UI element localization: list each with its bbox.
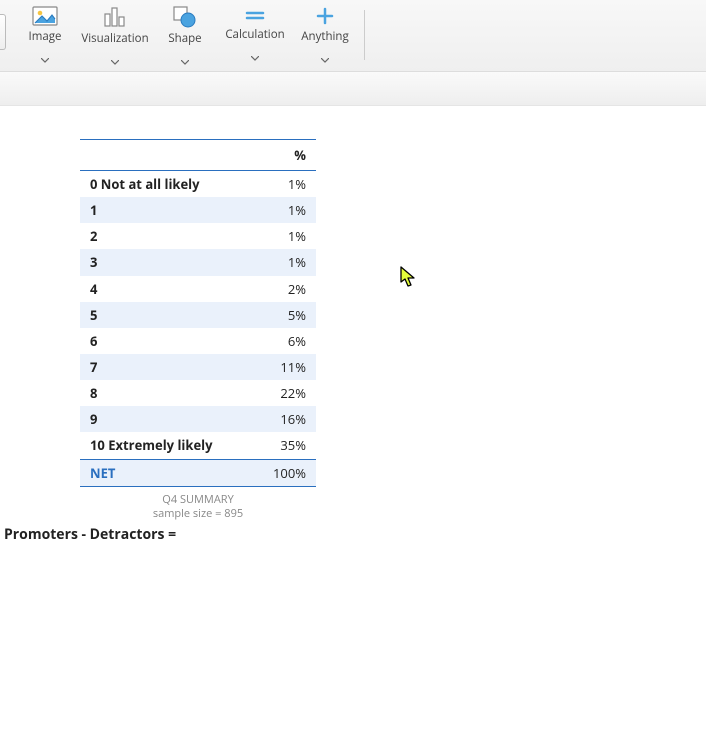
table-row[interactable]: 822% bbox=[80, 380, 316, 406]
row-label: 9 bbox=[80, 406, 252, 432]
chevron-down-icon bbox=[321, 46, 329, 68]
plus-icon bbox=[315, 6, 335, 26]
chevron-down-icon bbox=[181, 48, 189, 70]
row-value: 1% bbox=[252, 223, 316, 249]
caption-line1: Q4 SUMMARY bbox=[162, 492, 233, 507]
toolbar-anything-label: Anything bbox=[301, 31, 348, 43]
table-row[interactable]: 0 Not at all likely1% bbox=[80, 171, 316, 198]
net-value: 100% bbox=[252, 459, 316, 486]
calculation-icon bbox=[245, 6, 265, 24]
table-row[interactable]: 31% bbox=[80, 249, 316, 275]
toolbar-divider bbox=[364, 10, 365, 60]
row-label: 0 Not at all likely bbox=[80, 171, 252, 198]
row-value: 35% bbox=[252, 432, 316, 459]
table-header-label bbox=[80, 140, 252, 171]
chevron-down-icon bbox=[251, 44, 259, 66]
row-value: 1% bbox=[252, 171, 316, 198]
row-label: 4 bbox=[80, 276, 252, 302]
row-label: 3 bbox=[80, 249, 252, 275]
table-net-row[interactable]: NET100% bbox=[80, 459, 316, 486]
chevron-down-icon bbox=[111, 48, 119, 70]
row-label: 5 bbox=[80, 302, 252, 328]
table-row[interactable]: 10 Extremely likely35% bbox=[80, 432, 316, 459]
toolbar-visualization-button[interactable]: Visualization bbox=[80, 6, 150, 64]
row-value: 1% bbox=[252, 249, 316, 275]
toolbar-calculation-label: Calculation bbox=[225, 29, 284, 41]
toolbar-calculation-button[interactable]: Calculation bbox=[220, 6, 290, 64]
row-value: 22% bbox=[252, 380, 316, 406]
table-row[interactable]: 11% bbox=[80, 197, 316, 223]
row-label: 2 bbox=[80, 223, 252, 249]
table-header-value: % bbox=[252, 140, 316, 171]
net-label: NET bbox=[80, 459, 252, 486]
table-row[interactable]: 55% bbox=[80, 302, 316, 328]
toolbar: Image Visualization Shape bbox=[0, 0, 706, 72]
caption-line2: sample size = 895 bbox=[153, 506, 243, 521]
row-label: 8 bbox=[80, 380, 252, 406]
row-value: 1% bbox=[252, 197, 316, 223]
toolbar-image-label: Image bbox=[29, 31, 62, 43]
row-label: 1 bbox=[80, 197, 252, 223]
toolbar-anything-button[interactable]: Anything bbox=[290, 6, 360, 64]
toolbar-visualization-label: Visualization bbox=[81, 33, 148, 45]
row-value: 5% bbox=[252, 302, 316, 328]
canvas[interactable]: % 0 Not at all likely1%11%21%31%42%55%66… bbox=[0, 106, 706, 750]
secondary-bar bbox=[0, 72, 706, 106]
summary-table[interactable]: % 0 Not at all likely1%11%21%31%42%55%66… bbox=[80, 139, 316, 521]
partial-toolbar-button[interactable] bbox=[0, 14, 6, 50]
chevron-down-icon bbox=[41, 46, 49, 68]
row-value: 2% bbox=[252, 276, 316, 302]
row-label: 7 bbox=[80, 354, 252, 380]
formula-text[interactable]: Promoters - Detractors = bbox=[4, 525, 176, 544]
visualization-icon bbox=[103, 6, 127, 28]
mouse-cursor-icon bbox=[400, 266, 418, 293]
row-label: 6 bbox=[80, 328, 252, 354]
toolbar-shape-button[interactable]: Shape bbox=[150, 6, 220, 64]
table-row[interactable]: 916% bbox=[80, 406, 316, 432]
row-label: 10 Extremely likely bbox=[80, 432, 252, 459]
row-value: 6% bbox=[252, 328, 316, 354]
table-caption: Q4 SUMMARY sample size = 895 bbox=[80, 493, 316, 522]
row-value: 16% bbox=[252, 406, 316, 432]
table-row[interactable]: 42% bbox=[80, 276, 316, 302]
table-row[interactable]: 66% bbox=[80, 328, 316, 354]
toolbar-image-button[interactable]: Image bbox=[10, 6, 80, 64]
shape-icon bbox=[173, 6, 197, 28]
table-header-row: % bbox=[80, 140, 316, 171]
table-row[interactable]: 711% bbox=[80, 354, 316, 380]
table-row[interactable]: 21% bbox=[80, 223, 316, 249]
row-value: 11% bbox=[252, 354, 316, 380]
image-icon bbox=[32, 6, 58, 26]
toolbar-shape-label: Shape bbox=[168, 33, 201, 45]
